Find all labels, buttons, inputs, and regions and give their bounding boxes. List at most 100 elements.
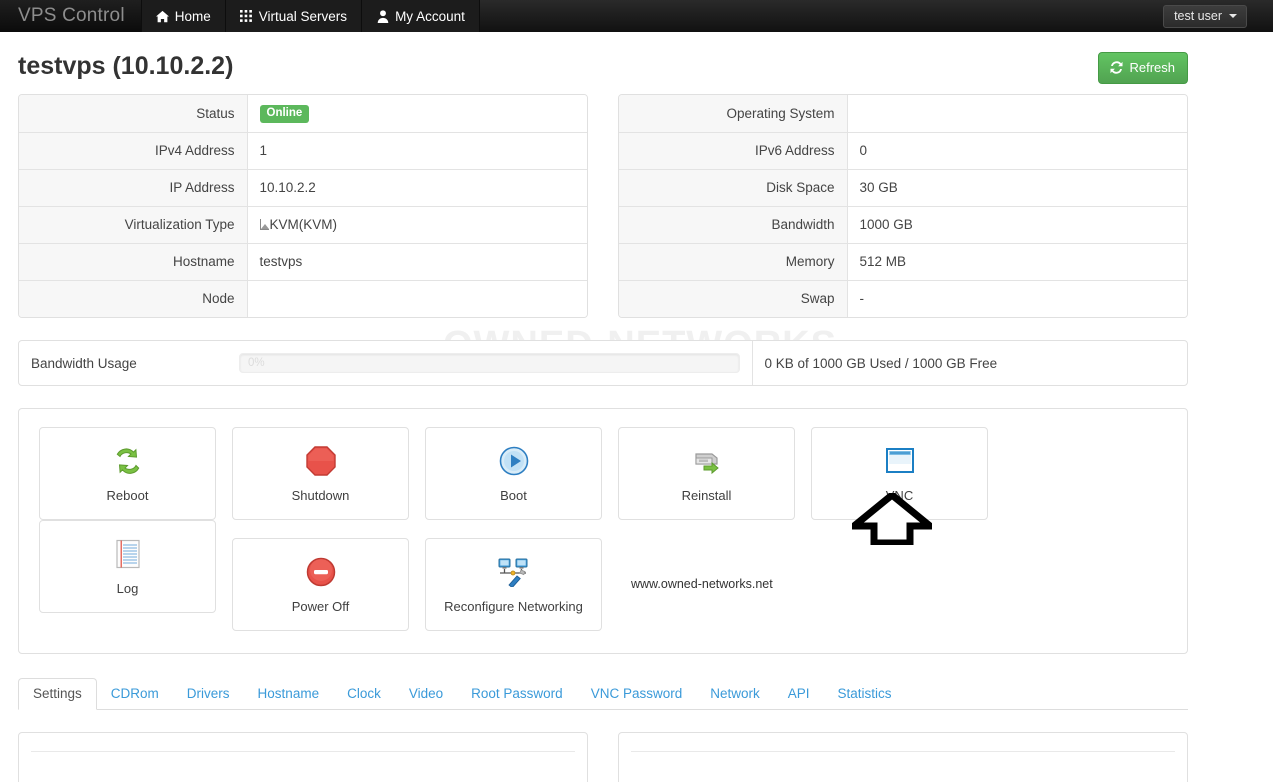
grid-icon bbox=[239, 9, 253, 23]
tab-hostname[interactable]: Hostname bbox=[244, 679, 334, 710]
info-value: 0 bbox=[847, 131, 1187, 169]
boot-label: Boot bbox=[500, 488, 527, 503]
reboot-button[interactable]: Reboot bbox=[39, 427, 216, 520]
page-body: OWNED-NETWORKS testvps (10.10.2.2) Refre… bbox=[0, 32, 1273, 782]
nav-item-virtual-servers-label: Virtual Servers bbox=[258, 8, 348, 24]
reinstall-disk-icon bbox=[690, 444, 724, 478]
info-key: Bandwidth bbox=[619, 205, 848, 243]
server-info-right-table: Operating System IPv6 Address 0 Disk Spa… bbox=[619, 95, 1187, 317]
table-row: Operating System bbox=[619, 95, 1187, 132]
nav-item-home-label: Home bbox=[174, 8, 211, 24]
tab-network[interactable]: Network bbox=[696, 679, 774, 710]
info-key: Memory bbox=[619, 242, 848, 280]
action-cell-reconfigure-networking: Reconfigure Networking bbox=[425, 538, 618, 631]
user-menu-button[interactable]: test user bbox=[1163, 4, 1247, 28]
info-key: Status bbox=[19, 95, 248, 132]
actions-grid: Reboot Shutdown Boot Reinstall VNC Log P… bbox=[39, 427, 1167, 631]
info-key: Virtualization Type bbox=[19, 205, 248, 243]
tab-clock[interactable]: Clock bbox=[333, 679, 395, 710]
info-key: IP Address bbox=[19, 168, 248, 206]
tab-root-password[interactable]: Root Password bbox=[457, 679, 577, 710]
info-value-virtualization: KVM(KVM) bbox=[247, 205, 587, 243]
tab-api[interactable]: API bbox=[774, 679, 824, 710]
reconfigure-networking-label: Reconfigure Networking bbox=[444, 599, 583, 614]
reinstall-button[interactable]: Reinstall bbox=[618, 427, 795, 520]
reboot-label: Reboot bbox=[106, 488, 149, 503]
bandwidth-summary: 0 KB of 1000 GB Used / 1000 GB Free bbox=[764, 355, 998, 371]
tab-vnc-password[interactable]: VNC Password bbox=[577, 679, 697, 710]
tab-statistics[interactable]: Statistics bbox=[824, 679, 906, 710]
info-key: Swap bbox=[619, 279, 848, 317]
server-actions-panel: Reboot Shutdown Boot Reinstall VNC Log P… bbox=[18, 408, 1188, 654]
info-key: IPv6 Address bbox=[619, 131, 848, 169]
site-url-text: www.owned-networks.net bbox=[631, 577, 773, 591]
table-row: Disk Space 30 GB bbox=[619, 168, 1187, 206]
user-menu-label: test user bbox=[1174, 8, 1222, 23]
tab-video[interactable]: Video bbox=[395, 679, 457, 710]
table-row: IPv6 Address 0 bbox=[619, 131, 1187, 169]
top-navbar: VPS Control Home Virtual Servers My Acco… bbox=[0, 0, 1273, 32]
vnc-window-icon bbox=[885, 444, 915, 478]
bandwidth-bar-cell: 0% bbox=[227, 341, 753, 385]
info-key: Disk Space bbox=[619, 168, 848, 206]
server-info-right-panel: Operating System IPv6 Address 0 Disk Spa… bbox=[618, 94, 1188, 318]
shutdown-button[interactable]: Shutdown bbox=[232, 427, 409, 520]
navbar-right-group: test user bbox=[1163, 0, 1273, 32]
bandwidth-table: Bandwidth Usage 0% 0 KB of 1000 GB Used … bbox=[19, 341, 1187, 385]
power-off-icon bbox=[306, 555, 336, 589]
tab-settings[interactable]: Settings bbox=[18, 677, 97, 710]
table-row: Hostname testvps bbox=[19, 242, 587, 280]
log-button[interactable]: Log bbox=[39, 520, 216, 613]
caret-down-icon bbox=[1229, 13, 1237, 18]
table-row: IPv4 Address 1 bbox=[19, 131, 587, 169]
bandwidth-usage-panel: Bandwidth Usage 0% 0 KB of 1000 GB Used … bbox=[18, 340, 1188, 386]
content-container: OWNED-NETWORKS testvps (10.10.2.2) Refre… bbox=[18, 32, 1188, 782]
nav-item-virtual-servers[interactable]: Virtual Servers bbox=[225, 0, 363, 32]
server-info-row: Status Online IPv4 Address 1 IP Address … bbox=[18, 94, 1188, 318]
refresh-icon bbox=[1110, 61, 1123, 74]
info-key: IPv4 Address bbox=[19, 131, 248, 169]
boot-button[interactable]: Boot bbox=[425, 427, 602, 520]
info-value: 30 GB bbox=[847, 168, 1187, 206]
table-row: Memory 512 MB bbox=[619, 242, 1187, 280]
brand-logo[interactable]: VPS Control bbox=[0, 0, 141, 32]
tab-drivers[interactable]: Drivers bbox=[173, 679, 244, 710]
primary-nav: Home Virtual Servers My Account bbox=[140, 0, 480, 32]
divider bbox=[31, 751, 575, 752]
info-value: - bbox=[847, 279, 1187, 317]
table-row: Bandwidth Usage 0% 0 KB of 1000 GB Used … bbox=[19, 341, 1187, 385]
action-cell-shutdown: Shutdown bbox=[232, 427, 425, 520]
boot-play-icon bbox=[499, 444, 529, 478]
table-row: Bandwidth 1000 GB bbox=[619, 205, 1187, 243]
info-key: Operating System bbox=[619, 95, 848, 132]
info-value: 1000 GB bbox=[847, 205, 1187, 243]
reconfigure-networking-button[interactable]: Reconfigure Networking bbox=[425, 538, 602, 631]
broken-image-icon bbox=[259, 219, 269, 230]
shutdown-label: Shutdown bbox=[291, 488, 350, 503]
page-header: testvps (10.10.2.2) Refresh bbox=[18, 32, 1188, 94]
server-info-left-table: Status Online IPv4 Address 1 IP Address … bbox=[19, 95, 587, 317]
nav-item-home[interactable]: Home bbox=[140, 0, 226, 32]
nav-item-my-account-label: My Account bbox=[395, 8, 465, 24]
divider bbox=[631, 751, 1175, 752]
info-value: 1 bbox=[247, 131, 587, 169]
tab-content-left-panel bbox=[18, 732, 588, 782]
refresh-button[interactable]: Refresh bbox=[1098, 52, 1188, 84]
nav-item-my-account[interactable]: My Account bbox=[362, 0, 480, 32]
power-off-button[interactable]: Power Off bbox=[232, 538, 409, 631]
log-notepad-icon bbox=[115, 537, 141, 571]
reinstall-label: Reinstall bbox=[681, 488, 732, 503]
reboot-icon bbox=[112, 444, 144, 478]
shutdown-stop-icon bbox=[305, 444, 336, 478]
table-row: Swap - bbox=[619, 279, 1187, 317]
bandwidth-percent-label: 0% bbox=[248, 357, 265, 369]
action-cell-log: Log bbox=[39, 520, 232, 631]
info-value-status: Online bbox=[247, 95, 587, 132]
table-row: IP Address 10.10.2.2 bbox=[19, 168, 587, 206]
bandwidth-label: Bandwidth Usage bbox=[31, 355, 137, 371]
log-label: Log bbox=[116, 581, 139, 596]
user-icon bbox=[376, 9, 389, 23]
info-value: 512 MB bbox=[847, 242, 1187, 280]
table-row: Node bbox=[19, 279, 587, 317]
tab-cdrom[interactable]: CDRom bbox=[97, 679, 173, 710]
